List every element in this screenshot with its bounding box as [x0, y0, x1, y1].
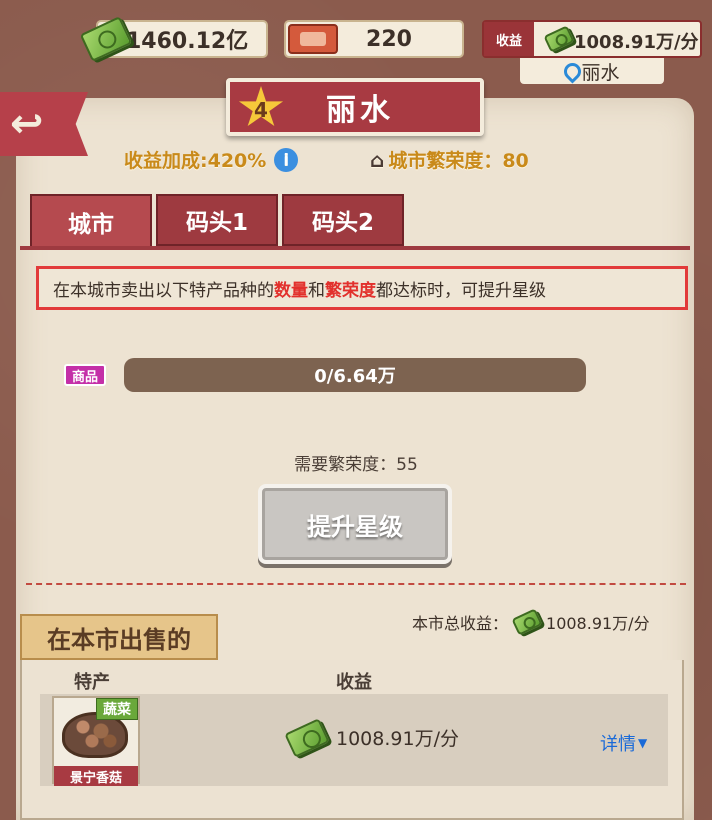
tab-dock-2[interactable]: 码头2 [282, 194, 404, 246]
city-total-income: 本市总收益： 1008.91万/分 [412, 608, 650, 636]
city-title-banner: 4 丽水 [226, 78, 484, 136]
column-income: 收益 [336, 672, 372, 693]
location-name: 丽水 [581, 61, 620, 84]
product-income: 1008.91万/分 [284, 717, 459, 758]
prosperity-requirement: 需要繁荣度：55 [294, 455, 418, 475]
info-icon[interactable]: i [274, 147, 299, 172]
tab-dock-1[interactable]: 码头1 [156, 194, 278, 246]
income-display: 收益 1008.91万/分 [482, 20, 702, 58]
city-prosperity: ⌂ 城市繁荣度：80 [370, 146, 529, 173]
star-level: 4 [254, 98, 268, 122]
total-income-value: 1008.91万/分 [546, 614, 650, 633]
product-name: 景宁香菇 [54, 766, 138, 786]
income-label: 收益 [484, 22, 534, 56]
location-pin-icon [564, 63, 577, 80]
notice-text: 在本城市卖出以下特产品种的 [53, 280, 274, 301]
progress-text: 0/6.64万 [314, 366, 396, 387]
tab-city[interactable]: 城市 [30, 194, 152, 248]
details-link[interactable]: 详情 ▼ [600, 730, 647, 756]
category-tag: 蔬菜 [96, 698, 138, 720]
notice-highlight-prosperity: 繁荣度 [325, 280, 376, 301]
money-counter[interactable]: 1460.12亿 [79, 16, 268, 62]
ticket-value: 220 [366, 26, 412, 52]
money-value: 1460.12亿 [126, 29, 249, 54]
upgrade-notice: 在本城市卖出以下特产品种的 数量和繁荣度 都达标时，可提升星级 [36, 266, 688, 310]
goods-tag: 商品 [64, 364, 106, 386]
income-value: 1008.91万/分 [574, 32, 699, 53]
ticket-icon [288, 24, 338, 54]
cash-icon [543, 25, 575, 53]
prosperity-text: 城市繁荣度：80 [388, 150, 529, 172]
current-location: 丽水 [520, 58, 664, 84]
back-arrow-icon: ↩ [10, 101, 44, 147]
notice-text: 和 [308, 280, 325, 301]
city-name: 丽水 [326, 93, 394, 128]
tab-underline [20, 246, 690, 250]
total-income-label: 本市总收益： [412, 614, 509, 633]
column-specialty: 特产 [74, 672, 110, 693]
details-label: 详情 [600, 734, 636, 755]
product-income-value: 1008.91万/分 [336, 728, 459, 750]
ticket-counter[interactable]: 220 [284, 20, 464, 58]
income-bonus: 收益加成:420% i [124, 146, 299, 173]
sales-progress-bar: 0/6.64万 [124, 358, 586, 392]
upgrade-star-button[interactable]: 提升星级 [258, 484, 452, 564]
notice-text: 都达标时，可提升星级 [376, 280, 546, 301]
divider [26, 583, 686, 585]
cash-icon [511, 608, 543, 636]
triangle-down-icon: ▼ [638, 736, 648, 750]
notice-highlight-quantity: 数量 [274, 280, 308, 301]
star-level-icon: 4 [238, 86, 284, 127]
house-icon: ⌂ [370, 147, 385, 172]
back-button[interactable]: ↩ [0, 92, 88, 156]
selling-header: 在本市出售的 [20, 614, 218, 660]
income-bonus-text: 收益加成:420% [124, 150, 267, 172]
